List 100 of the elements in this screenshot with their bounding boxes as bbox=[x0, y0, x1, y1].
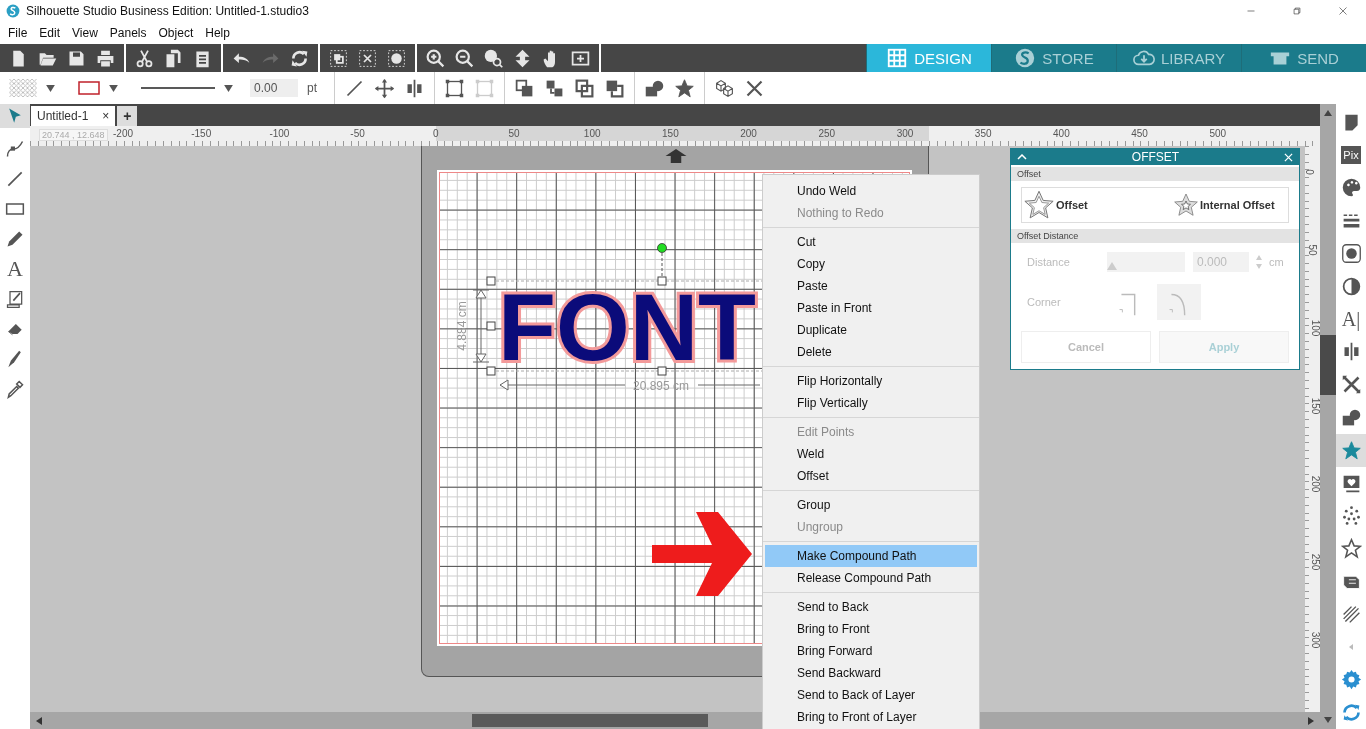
arrange-icon[interactable] bbox=[574, 77, 595, 99]
menu-item[interactable]: Flip Horizontally bbox=[765, 370, 977, 392]
scroll-down-icon[interactable] bbox=[1323, 715, 1333, 725]
menu-item[interactable]: Undo Weld bbox=[765, 180, 977, 202]
corner-label: Corner bbox=[1027, 296, 1062, 308]
arrange-icon[interactable] bbox=[514, 77, 535, 99]
selection-handle[interactable] bbox=[486, 321, 496, 331]
line-icon[interactable] bbox=[5, 169, 25, 189]
menu-item[interactable]: Send Backward bbox=[765, 662, 977, 684]
ruler-label: 0 bbox=[433, 128, 439, 139]
section-header: Offset Distance bbox=[1011, 229, 1299, 243]
ruler-label: 200 bbox=[1309, 475, 1321, 493]
menu-item[interactable]: Make Compound Path bbox=[765, 545, 977, 567]
close-icon[interactable] bbox=[1284, 152, 1293, 162]
scroll-right-icon[interactable] bbox=[1306, 715, 1316, 726]
scroll-thumb[interactable] bbox=[472, 714, 708, 727]
menu-item[interactable]: Edit bbox=[33, 26, 67, 40]
menu-item[interactable]: Flip Vertically bbox=[765, 392, 977, 414]
caret-icon[interactable] bbox=[46, 84, 55, 92]
ruler-label: 300 bbox=[1309, 631, 1321, 649]
menu-item[interactable]: Group bbox=[765, 494, 977, 516]
scissors-icon[interactable] bbox=[134, 47, 155, 69]
menu-item[interactable]: Duplicate bbox=[765, 319, 977, 341]
menu-item[interactable]: Offset bbox=[765, 465, 977, 487]
line-color-swatch[interactable] bbox=[78, 81, 100, 95]
caret-icon[interactable] bbox=[109, 84, 118, 92]
menu-item[interactable]: Send to Back bbox=[765, 596, 977, 618]
settings-icon[interactable] bbox=[1340, 669, 1362, 691]
ruler-label: 150 bbox=[662, 128, 679, 139]
ruler-label: 100 bbox=[1309, 319, 1321, 337]
menu-item[interactable]: Panels bbox=[103, 26, 153, 40]
distance-label: Distance bbox=[1027, 256, 1071, 268]
hatch-icon[interactable] bbox=[1340, 603, 1362, 625]
pencil-icon[interactable] bbox=[5, 229, 25, 249]
ruler-label: 300 bbox=[896, 128, 914, 139]
ruler-label: 0 bbox=[1304, 169, 1316, 175]
menu-item[interactable]: Cut bbox=[765, 231, 977, 253]
store-icon bbox=[1014, 47, 1037, 69]
move-icon[interactable] bbox=[374, 77, 395, 99]
sync-icon[interactable] bbox=[1340, 702, 1362, 724]
line-style-preview[interactable] bbox=[141, 86, 215, 90]
palette-icon[interactable] bbox=[1340, 177, 1362, 199]
nested-star-icon bbox=[1174, 193, 1198, 217]
text-style-tool[interactable]: A| bbox=[1341, 307, 1361, 331]
distance-unit: cm bbox=[1269, 256, 1284, 268]
contrast-icon[interactable] bbox=[1340, 275, 1362, 297]
star-icon[interactable] bbox=[674, 77, 695, 99]
collapse-icon[interactable] bbox=[1017, 154, 1027, 160]
menu-item[interactable]: Paste bbox=[765, 275, 977, 297]
vertical-scrollbar[interactable] bbox=[1320, 104, 1336, 729]
transform-icon[interactable] bbox=[444, 77, 465, 99]
zoom-out-icon[interactable] bbox=[454, 47, 475, 69]
distance-slider[interactable] bbox=[1107, 252, 1185, 272]
zoom-in-icon[interactable] bbox=[425, 47, 446, 69]
menu-item[interactable]: Bring Forward bbox=[765, 640, 977, 662]
deselect-icon[interactable] bbox=[357, 47, 378, 69]
replicate-icon[interactable] bbox=[1340, 374, 1362, 396]
menu-item[interactable]: Help bbox=[199, 26, 236, 40]
menu-item[interactable]: Bring to Front of Layer bbox=[765, 706, 977, 728]
menu-item[interactable]: Release Compound Path bbox=[765, 567, 977, 589]
scroll-thumb[interactable] bbox=[1320, 335, 1336, 395]
rotation-handle[interactable] bbox=[657, 243, 667, 253]
sketch-icon[interactable] bbox=[5, 289, 25, 309]
slider-thumb[interactable] bbox=[1107, 262, 1117, 270]
offset-option[interactable]: Internal Offset bbox=[1138, 193, 1288, 217]
group-select-icon[interactable] bbox=[328, 47, 349, 69]
menu-item[interactable]: Bring to Front bbox=[765, 618, 977, 640]
menu-item[interactable]: Object bbox=[152, 26, 200, 40]
document-tab[interactable]: Untitled-1 × bbox=[31, 106, 116, 126]
select-color-icon[interactable] bbox=[386, 47, 407, 69]
dots-icon[interactable] bbox=[1340, 505, 1362, 527]
bezier-icon[interactable] bbox=[5, 139, 25, 159]
star-icon[interactable] bbox=[1340, 439, 1362, 461]
zoom-selection-icon[interactable] bbox=[483, 47, 504, 69]
cubes-icon[interactable] bbox=[714, 77, 735, 99]
window-title: Silhouette Studio Business Edition: Untitled-1.studio3 bbox=[26, 4, 309, 18]
ruler-label: -100 bbox=[269, 128, 290, 139]
star-outline-icon bbox=[1024, 190, 1054, 220]
menu-item[interactable]: Delete bbox=[765, 341, 977, 363]
selection-handle[interactable] bbox=[486, 366, 496, 376]
star-outline-icon[interactable] bbox=[1340, 538, 1362, 560]
line-width-field[interactable]: 0.00 bbox=[250, 79, 298, 97]
menu-item[interactable]: Send to Back of Layer bbox=[765, 684, 977, 706]
offset-option[interactable]: Offset bbox=[1022, 190, 1138, 220]
scroll-up-icon[interactable] bbox=[1323, 108, 1333, 118]
menu-item[interactable]: Weld bbox=[765, 443, 977, 465]
fill-pattern-swatch[interactable] bbox=[9, 79, 37, 97]
fill-pattern-icon[interactable] bbox=[1340, 243, 1362, 265]
menu-item[interactable]: File bbox=[2, 26, 34, 40]
selection-handle[interactable] bbox=[486, 276, 496, 286]
new-tab-button[interactable]: + bbox=[117, 106, 138, 126]
eyedropper-icon[interactable] bbox=[5, 379, 25, 399]
menu-item[interactable]: Copy bbox=[765, 253, 977, 275]
caret-icon[interactable] bbox=[224, 84, 233, 92]
section-header: Offset bbox=[1011, 167, 1299, 181]
menu-item[interactable]: View bbox=[66, 26, 104, 40]
menu-item[interactable]: Paste in Front bbox=[765, 297, 977, 319]
text-tool[interactable]: A bbox=[7, 258, 23, 280]
pixscan-tool[interactable]: Pix bbox=[1341, 146, 1361, 165]
scroll-left-icon[interactable] bbox=[34, 715, 44, 726]
